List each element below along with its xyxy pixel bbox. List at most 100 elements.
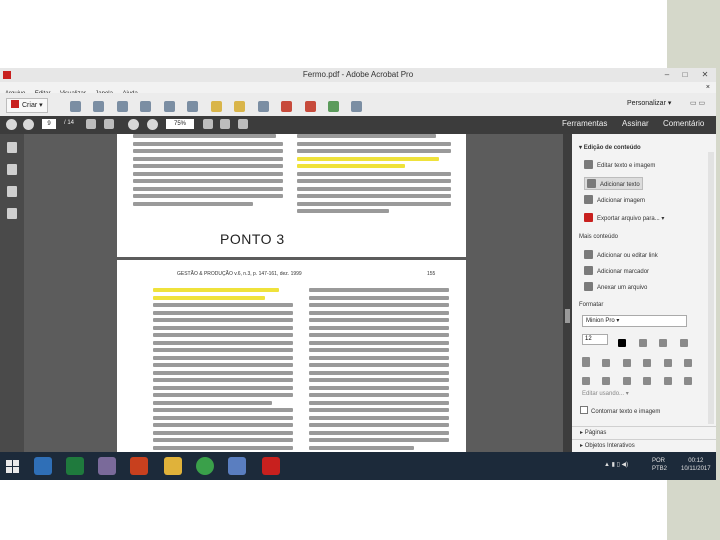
powerpoint-icon[interactable]	[130, 457, 148, 475]
pdf-page-bottom: GESTÃO & PRODUÇÃO v.6, n.3, p. 147-161, …	[117, 260, 466, 452]
add-text-item[interactable]: Adicionar texto	[584, 177, 643, 190]
spacing-icon[interactable]	[684, 377, 693, 385]
wrap-text-checkbox[interactable]: Contornar texto e imagem	[580, 406, 660, 415]
edit-using-label: Editar usando...	[582, 391, 625, 397]
rotate-icon[interactable]	[582, 377, 590, 385]
export-file-item[interactable]: Exportar arquivo para... ▾	[584, 213, 664, 222]
panel-scrollbar[interactable]	[708, 152, 714, 424]
email-icon[interactable]	[163, 101, 175, 112]
document-scrollbar[interactable]	[563, 134, 572, 452]
italic-icon[interactable]	[659, 339, 668, 347]
excel-icon[interactable]	[66, 457, 84, 475]
flip-icon[interactable]	[602, 377, 611, 385]
align-center-icon[interactable]	[643, 359, 652, 367]
align-right-icon[interactable]	[663, 359, 672, 367]
language-indicator[interactable]: POR PTB2	[652, 457, 667, 473]
font-value: Minion Pro	[586, 318, 615, 324]
add-image-icon	[584, 195, 593, 204]
system-clock[interactable]: 00:12 10/11/2017	[681, 457, 711, 473]
open-icon[interactable]	[70, 101, 81, 112]
text-color-swatch[interactable]	[618, 339, 627, 347]
page-up-icon[interactable]	[6, 119, 17, 130]
minimize-button[interactable]: –	[660, 69, 674, 80]
clock-time: 00:12	[688, 458, 704, 464]
page-running-header: GESTÃO & PRODUÇÃO v.6, n.3, p. 147-161, …	[177, 271, 302, 277]
align-left-icon[interactable]	[622, 359, 631, 367]
bold-icon[interactable]	[638, 339, 647, 347]
justify-icon[interactable]	[684, 359, 693, 367]
gear-icon[interactable]	[187, 101, 199, 112]
page-number-input[interactable]: 9	[42, 119, 56, 129]
font-size-select[interactable]: 12	[582, 334, 608, 345]
save-icon[interactable]	[93, 101, 105, 112]
pdf-page-top	[117, 134, 466, 257]
settings-icon[interactable]	[140, 101, 152, 112]
arrange-icon[interactable]	[663, 377, 672, 385]
pages-panel-header[interactable]: ▸ Páginas	[572, 426, 716, 439]
create-button[interactable]: Criar ▾	[6, 98, 48, 113]
system-tray-icons[interactable]: ▲ ▮ ▯ ◀)	[604, 461, 628, 468]
chrome-icon[interactable]	[196, 457, 214, 475]
pages-panel-label: Páginas	[584, 430, 607, 436]
paint-icon[interactable]	[98, 457, 116, 475]
signatures-icon[interactable]	[7, 208, 17, 219]
bookmarks-icon[interactable]	[7, 164, 17, 175]
highlight-icon[interactable]	[234, 101, 246, 112]
share-icon[interactable]	[257, 101, 269, 112]
start-button[interactable]	[6, 460, 20, 473]
personalize-button[interactable]: Personalizar ▾	[627, 99, 671, 107]
document-view[interactable]: GESTÃO & PRODUÇÃO v.6, n.3, p. 147-161, …	[24, 134, 563, 452]
add-link-label: Adicionar ou editar link	[597, 253, 658, 259]
internet-explorer-icon[interactable]	[34, 457, 52, 475]
text-column-left	[133, 134, 283, 209]
tab-comment[interactable]: Comentário	[663, 119, 704, 128]
interactive-objects-header[interactable]: ▸ Objetos Interativos	[572, 439, 716, 452]
clock-date: 10/11/2017	[681, 466, 711, 472]
add-link-item[interactable]: Adicionar ou editar link	[584, 250, 658, 259]
zoom-in-icon[interactable]	[147, 119, 158, 130]
close-window-button[interactable]: ✕	[698, 69, 712, 80]
combine-icon[interactable]	[327, 101, 339, 112]
edit-using-dropdown[interactable]: Editar usando... ▾	[582, 390, 629, 397]
print-icon[interactable]	[116, 101, 128, 112]
pdf-tool-icon[interactable]	[281, 101, 293, 112]
fit-width-icon[interactable]	[220, 119, 230, 129]
zoom-out-icon[interactable]	[128, 119, 139, 130]
read-mode-icon[interactable]	[238, 119, 248, 129]
wrap-text-label: Contornar texto e imagem	[591, 409, 661, 415]
list-bullet-icon[interactable]	[582, 359, 590, 367]
attachments-icon[interactable]	[7, 186, 17, 197]
font-select[interactable]: Minion Pro ▾	[582, 315, 687, 327]
list-number-icon[interactable]	[602, 359, 611, 367]
layout-icons[interactable]: ▭ ▭	[690, 99, 705, 107]
hand-tool-icon[interactable]	[86, 119, 96, 129]
comment-icon[interactable]	[210, 101, 222, 112]
add-bookmark-label: Adicionar marcador	[597, 269, 650, 275]
acrobat-taskbar-icon[interactable]	[262, 457, 280, 475]
scrollbar-thumb[interactable]	[565, 309, 570, 323]
fit-page-icon[interactable]	[203, 119, 213, 129]
attach-file-item[interactable]: Anexar um arquivo	[584, 282, 647, 291]
edit-content-heading[interactable]: ▾ Edição de conteúdo	[579, 144, 641, 151]
edit-text-image-item[interactable]: Editar texto e imagem	[584, 160, 655, 169]
export-icon[interactable]	[304, 101, 316, 112]
page-total: / 14	[64, 120, 75, 126]
page-down-icon[interactable]	[23, 119, 34, 130]
tab-sign[interactable]: Assinar	[622, 119, 649, 128]
tab-tools[interactable]: Ferramentas	[562, 119, 607, 128]
zoom-select[interactable]: 75%	[166, 119, 194, 129]
close-document-icon[interactable]: ×	[706, 82, 710, 93]
add-bookmark-item[interactable]: Adicionar marcador	[584, 266, 649, 275]
attach-file-label: Anexar um arquivo	[597, 285, 648, 291]
app-icon[interactable]	[228, 457, 246, 475]
select-tool-icon[interactable]	[104, 119, 114, 129]
underline-icon[interactable]	[679, 339, 688, 347]
add-image-item[interactable]: Adicionar imagem	[584, 195, 645, 204]
file-explorer-icon[interactable]	[164, 457, 182, 475]
maximize-button[interactable]: □	[678, 69, 692, 80]
replace-icon[interactable]	[643, 377, 652, 385]
pages-thumbnail-icon[interactable]	[7, 142, 17, 153]
attach-icon[interactable]	[351, 101, 363, 112]
personalize-label: Personalizar	[627, 100, 666, 107]
crop-icon[interactable]	[622, 377, 631, 385]
